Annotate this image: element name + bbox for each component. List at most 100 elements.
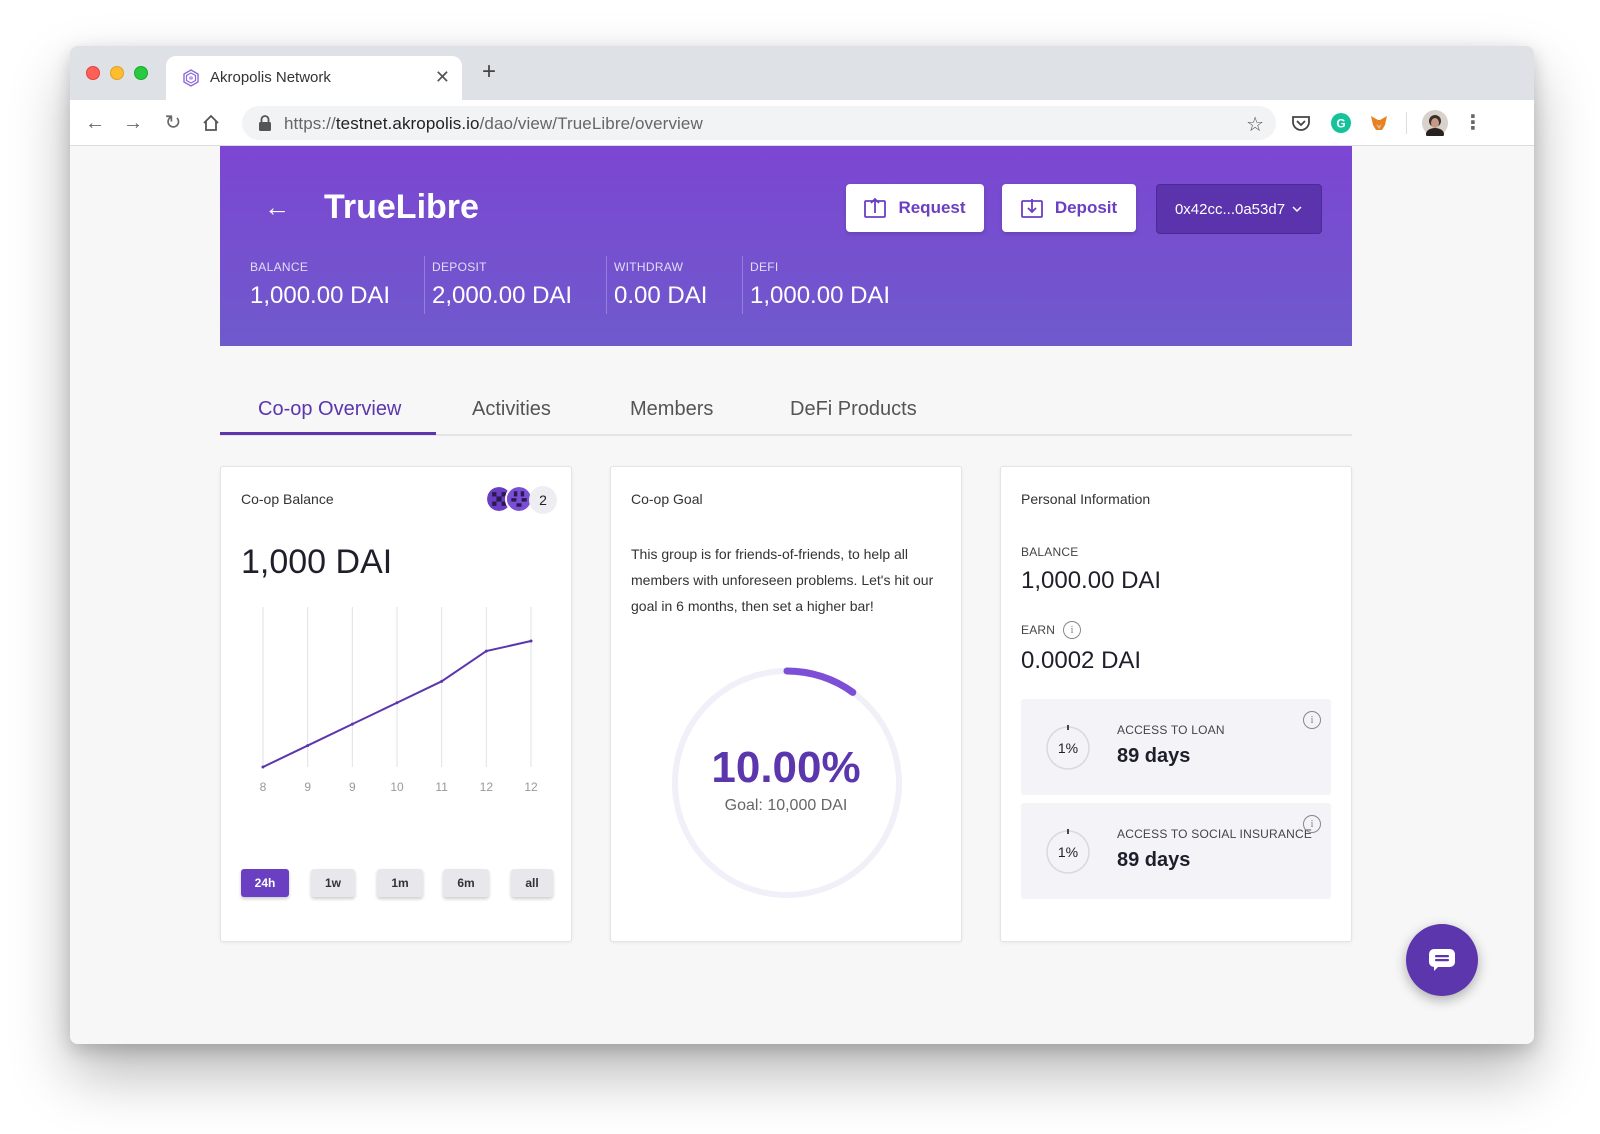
browser-tabstrip: Akropolis Network ✕ + xyxy=(70,46,1534,100)
period-button-24h[interactable]: 24h xyxy=(241,869,289,897)
browser-tab[interactable]: Akropolis Network ✕ xyxy=(166,56,462,100)
period-button-1m[interactable]: 1m xyxy=(377,869,423,897)
tab-title: Akropolis Network xyxy=(210,69,331,86)
address-bar[interactable]: https://testnet.akropolis.io/dao/view/Tr… xyxy=(242,106,1276,140)
chat-button[interactable] xyxy=(1406,924,1478,996)
deposit-label: Deposit xyxy=(1054,198,1118,217)
minimize-window-button[interactable] xyxy=(110,66,124,80)
balance-data-point xyxy=(261,765,265,769)
balance-label: BALANCE xyxy=(1021,545,1079,559)
balance-data-point xyxy=(395,701,399,705)
x-tick-label: 8 xyxy=(260,780,267,794)
upload-icon xyxy=(864,198,887,218)
request-label: Request xyxy=(898,198,966,217)
access-insurance-label: ACCESS TO SOCIAL INSURANCE xyxy=(1117,827,1313,841)
stat-label: DEFI xyxy=(750,260,779,274)
stat-value: 1,000.00 DAI xyxy=(750,282,891,309)
balance-value: 1,000.00 DAI xyxy=(1021,567,1162,594)
page-title: TrueLibre xyxy=(324,188,479,226)
stat-value: 0.00 DAI xyxy=(614,282,708,309)
x-tick-label: 10 xyxy=(390,780,404,794)
access-loan-box: 1% ACCESS TO LOAN 89 days i xyxy=(1021,699,1331,795)
card-title: Co-op Goal xyxy=(631,491,703,507)
browser-toolbar: ← → ↻ https://testnet.akropolis.io/dao/v… xyxy=(70,100,1534,146)
balance-data-point xyxy=(306,744,310,748)
tab-activities[interactable]: Activities xyxy=(472,398,551,421)
stat-deposit: DEPOSIT 2,000.00 DAI xyxy=(432,260,572,316)
stat-withdraw: WITHDRAW 0.00 DAI xyxy=(614,260,707,316)
forward-icon[interactable]: → xyxy=(122,112,144,134)
back-arrow-icon[interactable]: ← xyxy=(264,194,290,220)
account-dropdown[interactable]: 0x42cc...0a53d7 xyxy=(1156,184,1322,234)
personal-info-card: Personal Information BALANCE 1,000.00 DA… xyxy=(1000,466,1352,942)
tab-defi-products[interactable]: DeFi Products xyxy=(790,398,917,421)
url-text: https://testnet.akropolis.io/dao/view/Tr… xyxy=(284,114,703,134)
access-insurance-value: 89 days xyxy=(1117,849,1191,871)
stat-label: WITHDRAW xyxy=(614,260,684,274)
download-icon xyxy=(1020,199,1043,218)
loan-info-icon[interactable]: i xyxy=(1303,711,1321,729)
stat-divider xyxy=(742,256,743,314)
goal-ring-progress xyxy=(783,667,857,696)
tab-members[interactable]: Members xyxy=(630,398,713,421)
x-tick-label: 11 xyxy=(435,780,448,794)
url-path: /dao/view/TrueLibre/overview xyxy=(479,114,703,133)
balance-data-point xyxy=(350,722,354,726)
stat-value: 2,000.00 DAI xyxy=(432,282,573,309)
access-insurance-box: 1% ACCESS TO SOCIAL INSURANCE 89 days i xyxy=(1021,803,1331,899)
deposit-button[interactable]: Deposit xyxy=(1002,184,1136,232)
member-count: 2 xyxy=(529,486,557,514)
close-window-button[interactable] xyxy=(86,66,100,80)
tab-coop-overview[interactable]: Co-op Overview xyxy=(258,398,401,421)
member-avatars[interactable]: 2 xyxy=(485,485,559,515)
x-tick-label: 12 xyxy=(524,780,538,794)
page-content: ← TrueLibre Request Deposit 0x42cc...0a5… xyxy=(70,146,1534,1044)
access-loan-label: ACCESS TO LOAN xyxy=(1117,723,1225,737)
coop-balance-value: 1,000 DAI xyxy=(241,543,393,581)
access-insurance-percent: 1% xyxy=(1057,844,1079,860)
x-tick-label: 9 xyxy=(349,780,356,794)
insurance-info-icon[interactable]: i xyxy=(1303,815,1321,833)
new-tab-icon[interactable]: + xyxy=(482,60,496,84)
home-icon[interactable] xyxy=(200,112,222,134)
balance-data-point xyxy=(529,639,533,643)
stat-value: 1,000.00 DAI xyxy=(250,282,391,309)
goal-description: This group is for friends-of-friends, to… xyxy=(631,546,934,614)
goal-amount: Goal: 10,000 DAI xyxy=(724,797,848,814)
card-title: Co-op Balance xyxy=(241,491,334,507)
stat-balance: BALANCE 1,000.00 DAI xyxy=(250,260,390,316)
x-tick-label: 12 xyxy=(480,780,494,794)
request-button[interactable]: Request xyxy=(846,184,984,232)
coop-balance-card: Co-op Balance 2 1,000 DAI 8 9 9 10 11 12 12 24… xyxy=(220,466,572,942)
active-tab-indicator xyxy=(220,432,436,435)
stat-label: DEPOSIT xyxy=(432,260,487,274)
earn-info-icon[interactable]: i xyxy=(1063,621,1081,639)
chevron-down-icon xyxy=(1292,206,1302,213)
close-tab-icon[interactable]: ✕ xyxy=(435,66,450,88)
account-address: 0x42cc...0a53d7 xyxy=(1174,200,1286,218)
toolbar-divider xyxy=(1406,112,1407,134)
earn-value: 0.0002 DAI xyxy=(1021,647,1142,674)
grammarly-icon[interactable]: G xyxy=(1330,112,1352,134)
bookmark-star-icon[interactable]: ☆ xyxy=(1246,112,1264,137)
period-button-1w[interactable]: 1w xyxy=(311,869,355,897)
maximize-window-button[interactable] xyxy=(134,66,148,80)
menu-kebab-icon[interactable]: ⋮ xyxy=(1462,112,1484,134)
period-button-all[interactable]: all xyxy=(511,869,553,897)
stat-divider xyxy=(606,256,607,314)
stat-label: BALANCE xyxy=(250,260,309,274)
x-tick-label: 9 xyxy=(304,780,311,794)
back-icon[interactable]: ← xyxy=(84,112,106,134)
chat-icon xyxy=(1429,949,1455,971)
svg-text:G: G xyxy=(1336,117,1345,131)
section-tabs: Co-op Overview Activities Members DeFi P… xyxy=(220,386,1352,436)
stat-divider xyxy=(424,256,425,314)
pocket-icon[interactable] xyxy=(1290,112,1312,134)
metamask-fox-icon[interactable] xyxy=(1368,112,1390,134)
period-button-6m[interactable]: 6m xyxy=(443,869,489,897)
reload-icon[interactable]: ↻ xyxy=(162,112,184,134)
dao-header: ← TrueLibre Request Deposit 0x42cc...0a5… xyxy=(220,146,1352,346)
access-loan-percent: 1% xyxy=(1057,740,1079,756)
goal-percent: 10.00% xyxy=(711,743,861,792)
profile-avatar[interactable] xyxy=(1422,110,1448,136)
